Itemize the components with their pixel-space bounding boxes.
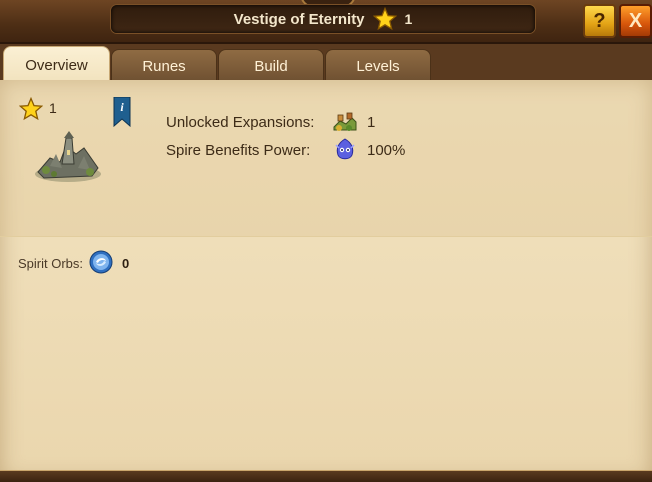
stat-label: Unlocked Expansions:: [166, 113, 315, 131]
building-image: [32, 128, 104, 189]
spirit-orbs: Spirit Orbs: 0: [18, 250, 129, 277]
stat-label: Spire Benefits Power:: [166, 141, 311, 159]
help-button[interactable]: ?: [583, 4, 616, 38]
window-bottom-rim: [0, 470, 652, 482]
spirit-orbs-value: 0: [122, 256, 130, 271]
tab-build[interactable]: Build: [218, 49, 324, 82]
tab-overview[interactable]: Overview: [3, 46, 110, 83]
title-bar: Vestige of Eternity 1: [111, 5, 535, 33]
star-count: 1: [404, 11, 413, 27]
stat-spire-benefits-power: Spire Benefits Power: 100%: [166, 137, 405, 163]
stat-unlocked-expansions: Unlocked Expansions: 1: [166, 109, 375, 135]
spirit-orbs-label: Spirit Orbs:: [18, 256, 84, 271]
spire-spirit-icon: [332, 137, 358, 163]
level-star-icon: [19, 97, 43, 121]
building-level: 1: [49, 100, 57, 116]
tab-levels[interactable]: Levels: [325, 49, 431, 82]
stat-value: 100%: [367, 141, 406, 159]
stat-value: 1: [367, 113, 376, 131]
expansion-icon: [332, 109, 358, 135]
tab-runes[interactable]: Runes: [111, 49, 217, 82]
window-title: Vestige of Eternity: [233, 10, 365, 28]
info-icon[interactable]: i: [113, 96, 131, 132]
overview-panel: 1 i Unlocked Expansions: 1 Spire Benefit…: [0, 80, 652, 481]
spirit-orb-icon: [89, 250, 113, 277]
close-button[interactable]: X: [619, 4, 652, 38]
star-icon: [372, 7, 397, 31]
window-header: Vestige of Eternity 1 ? X: [0, 0, 652, 44]
tab-bar: Overview Runes Build Levels: [0, 44, 652, 83]
